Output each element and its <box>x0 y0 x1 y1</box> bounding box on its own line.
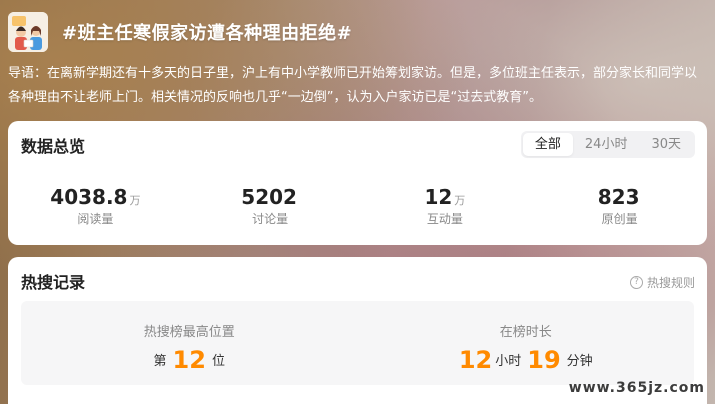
time-range-tabs: 全部 24小时 30天 <box>520 131 695 158</box>
tab-30d[interactable]: 30天 <box>639 133 693 156</box>
tab-24h[interactable]: 24小时 <box>573 133 640 156</box>
duration-hours: 12 <box>458 346 493 374</box>
stat-label: 原创量 <box>601 212 638 226</box>
hot-search-rules-link[interactable]: ? 热搜规则 <box>629 274 695 291</box>
topic-title: #班主任寒假家访遭各种理由拒绝# <box>62 23 353 44</box>
site-watermark: www.365jz.com <box>568 380 705 396</box>
stat-original: 823 原创量 <box>532 185 707 227</box>
question-circle-icon: ? <box>629 276 643 289</box>
peak-position: 热搜榜最高位置 第 12 位 <box>21 301 358 385</box>
peak-suffix: 位 <box>211 354 225 369</box>
stat-value: 4038.8 <box>50 185 128 209</box>
duration-minutes: 19 <box>527 346 561 374</box>
on-list-duration-label: 在榜时长 <box>499 325 552 340</box>
teacher-family-illustration-icon <box>8 12 48 52</box>
topic-header: #班主任寒假家访遭各种理由拒绝# <box>8 10 707 54</box>
stat-label: 阅读量 <box>77 212 114 226</box>
stat-value: 823 <box>597 185 640 209</box>
stat-unit: 万 <box>454 194 466 207</box>
peak-rank: 12 <box>172 346 206 374</box>
stat-unit: 万 <box>129 194 141 207</box>
stat-discussions: 5202 讨论量 <box>183 185 358 227</box>
tab-all[interactable]: 全部 <box>522 133 573 156</box>
hot-search-rules-label: 热搜规则 <box>646 276 695 290</box>
topic-intro: 导语：在离新学期还有十多天的日子里，沪上有中小学教师已开始筹划家访。但是，多位班… <box>8 66 698 105</box>
stat-value: 12 <box>424 185 453 209</box>
peak-position-label: 热搜榜最高位置 <box>143 325 235 340</box>
peak-position-value: 第 12 位 <box>21 346 358 374</box>
hot-search-stats: 热搜榜最高位置 第 12 位 在榜时长 12 小时 19 分钟 <box>21 301 694 385</box>
overview-stats: 4038.8 万 阅读量 5202 讨论量 12 万 互动量 823 原创量 <box>8 185 707 227</box>
stat-reads: 4038.8 万 阅读量 <box>8 185 183 227</box>
duration-minutes-unit: 分钟 <box>566 354 593 369</box>
data-overview-card: 数据总览 全部 24小时 30天 4038.8 万 阅读量 5202 讨论量 12… <box>8 121 707 245</box>
peak-prefix: 第 <box>153 354 167 369</box>
stat-label: 讨论量 <box>252 212 289 226</box>
topic-thumbnail[interactable] <box>8 12 48 52</box>
data-overview-title: 数据总览 <box>21 137 86 156</box>
on-list-duration: 在榜时长 12 小时 19 分钟 <box>358 301 695 385</box>
stat-label: 互动量 <box>426 212 463 226</box>
hot-search-title: 热搜记录 <box>21 273 86 292</box>
duration-hours-unit: 小时 <box>495 354 522 369</box>
stat-interactions: 12 万 互动量 <box>358 185 533 227</box>
stat-value: 5202 <box>241 185 297 209</box>
on-list-duration-value: 12 小时 19 分钟 <box>358 346 695 374</box>
